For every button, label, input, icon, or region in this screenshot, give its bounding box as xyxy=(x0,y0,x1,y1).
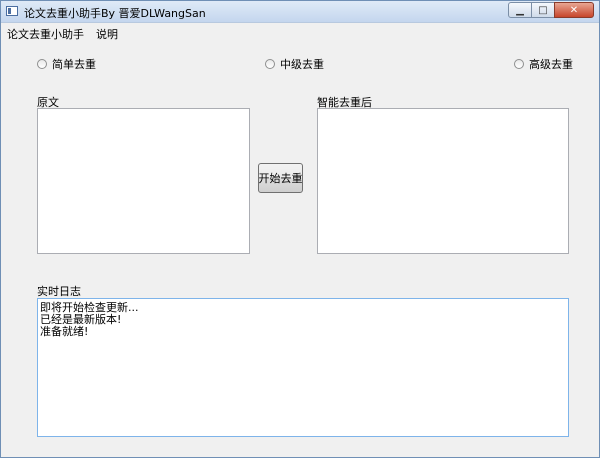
original-textarea[interactable] xyxy=(37,108,250,254)
start-dedup-button[interactable]: 开始去重 xyxy=(258,163,303,193)
radio-advanced-label: 高级去重 xyxy=(529,58,573,71)
maximize-icon: □ xyxy=(538,4,548,16)
log-lines: 即将开始检查更新... 已经是最新版本! 准备就绪! xyxy=(40,302,139,338)
minimize-button[interactable]: ▁ xyxy=(508,2,532,18)
radio-medium[interactable]: 中级去重 xyxy=(265,56,324,72)
menu-app[interactable]: 论文去重小助手 xyxy=(1,23,90,41)
log-line: 准备就绪! xyxy=(40,325,89,338)
radio-circle-icon xyxy=(265,59,275,69)
maximize-button[interactable]: □ xyxy=(531,2,555,18)
radio-medium-label: 中级去重 xyxy=(280,58,324,71)
radio-circle-icon xyxy=(37,59,47,69)
title-bar[interactable]: 论文去重小助手By 晋爱DLWangSan ▁ □ ✕ xyxy=(1,1,599,23)
log-label: 实时日志 xyxy=(37,285,81,298)
radio-advanced[interactable]: 高级去重 xyxy=(514,56,573,72)
menu-help[interactable]: 说明 xyxy=(90,23,124,41)
window-title: 论文去重小助手By 晋爱DLWangSan xyxy=(24,7,206,20)
app-icon xyxy=(6,6,18,16)
result-textarea[interactable] xyxy=(317,108,569,254)
minimize-icon: ▁ xyxy=(516,4,524,16)
radio-simple[interactable]: 简单去重 xyxy=(37,56,96,72)
radio-circle-icon xyxy=(514,59,524,69)
close-button[interactable]: ✕ xyxy=(554,2,594,18)
window-controls: ▁ □ ✕ xyxy=(508,2,594,18)
menu-bar: 论文去重小助手 说明 xyxy=(1,23,599,41)
radio-simple-label: 简单去重 xyxy=(52,58,96,71)
close-icon: ✕ xyxy=(569,4,579,16)
app-window: 论文去重小助手By 晋爱DLWangSan ▁ □ ✕ 论文去重小助手 说明 简… xyxy=(0,0,600,458)
